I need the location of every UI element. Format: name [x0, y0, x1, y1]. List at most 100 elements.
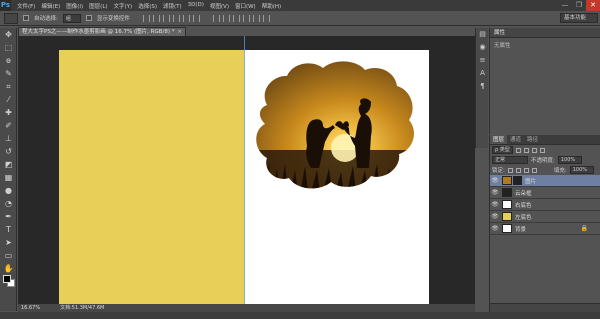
stamp-icon[interactable]: ⊥ [0, 132, 17, 145]
tab-layers[interactable]: 图层 [490, 135, 508, 144]
fill-label: 填充: [553, 168, 567, 174]
align-bottom-icon[interactable] [162, 14, 170, 22]
distribute-vcenter-icon[interactable] [222, 14, 230, 22]
distribute-left-icon[interactable] [242, 14, 250, 22]
path-select-icon[interactable]: ➤ [0, 236, 17, 249]
gradient-icon[interactable]: ▦ [0, 171, 17, 184]
lasso-icon[interactable]: ɵ [0, 54, 17, 67]
properties-panel-icon[interactable]: ◉ [476, 41, 489, 54]
options-bar: 自动选择: 组 显示变换控件 基本功能 [0, 11, 600, 26]
silhouette-photo[interactable] [245, 50, 429, 200]
lock-position-icon[interactable] [523, 167, 529, 173]
history-panel-icon[interactable]: ▤ [476, 28, 489, 41]
align-right-icon[interactable] [192, 14, 200, 22]
filter-adjust-icon[interactable] [523, 147, 529, 153]
move-icon[interactable]: ✥ [0, 28, 17, 41]
menu-select[interactable]: 选择(S) [138, 2, 157, 10]
marquee-icon[interactable]: ⬚ [0, 41, 17, 54]
eyedropper-icon[interactable]: ⁄ [0, 93, 17, 106]
healing-icon[interactable]: ✚ [0, 106, 17, 119]
menu-help[interactable]: 帮助(H) [262, 2, 281, 10]
history-brush-icon[interactable]: ↺ [0, 145, 17, 158]
restore-button[interactable]: ❐ [572, 0, 586, 11]
visibility-eye-icon[interactable]: 👁 [490, 225, 500, 232]
align-hcenter-icon[interactable] [182, 14, 190, 22]
auto-select-checkbox[interactable] [23, 15, 29, 21]
align-vcenter-icon[interactable] [152, 14, 160, 22]
lock-transparent-icon[interactable] [507, 167, 513, 173]
properties-panel-title[interactable]: 属性 [490, 28, 600, 38]
character-panel-icon[interactable]: A [476, 67, 489, 80]
adjustments-panel-icon[interactable]: ≡ [476, 54, 489, 67]
paragraph-panel-icon[interactable]: ¶ [476, 80, 489, 93]
close-button[interactable]: ✕ [586, 0, 600, 11]
layer-item[interactable]: 👁 右底色 [490, 199, 600, 211]
dodge-icon[interactable]: ◔ [0, 197, 17, 210]
layers-panel-footer [490, 303, 600, 312]
distribute-hcenter-icon[interactable] [252, 14, 260, 22]
menu-3d[interactable]: 3D(D) [188, 2, 204, 10]
crop-icon[interactable]: ⌗ [0, 80, 17, 93]
visibility-eye-icon[interactable]: 👁 [490, 201, 500, 208]
shape-icon[interactable]: ▭ [0, 249, 17, 262]
layers-panel-tabs: 图层 通道 路径 [490, 135, 600, 145]
visibility-eye-icon[interactable]: 👁 [490, 177, 500, 184]
menu-type[interactable]: 文字(Y) [114, 2, 133, 10]
type-icon[interactable]: T [0, 223, 17, 236]
layer-item[interactable]: 👁 背景 🔒 [490, 223, 600, 235]
quick-select-icon[interactable]: ✎ [0, 67, 17, 80]
align-left-icon[interactable] [172, 14, 180, 22]
blur-icon[interactable]: ● [0, 184, 17, 197]
layer-name: 云朵框 [515, 190, 532, 197]
zoom-level[interactable]: 16.67% [21, 304, 40, 312]
brush-icon[interactable]: ✐ [0, 119, 17, 132]
tab-paths[interactable]: 路径 [524, 135, 541, 144]
hand-icon[interactable]: ✋ [0, 262, 17, 275]
visibility-eye-icon[interactable]: 👁 [490, 213, 500, 220]
distribute-top-icon[interactable] [212, 14, 220, 22]
layer-filter-dropdown[interactable]: ρ 类型 [492, 146, 513, 154]
auto-select-dropdown[interactable]: 组 [62, 13, 81, 23]
filter-pixel-icon[interactable] [515, 147, 521, 153]
menu-layer[interactable]: 图层(L) [89, 2, 107, 10]
align-top-icon[interactable] [142, 14, 150, 22]
pen-icon[interactable]: ✒ [0, 210, 17, 223]
lock-label: 锁定: [492, 168, 505, 174]
visibility-eye-icon[interactable]: 👁 [490, 189, 500, 196]
filter-type-icon[interactable] [531, 147, 537, 153]
workspace-switcher[interactable]: 基本功能 [560, 13, 598, 23]
menu-edit[interactable]: 编辑(E) [41, 2, 60, 10]
layer-thumbnail [502, 224, 512, 233]
filter-shape-icon[interactable] [539, 147, 545, 153]
menu-filter[interactable]: 滤镜(T) [163, 2, 182, 10]
vertical-guide[interactable] [244, 36, 245, 304]
lock-all-icon[interactable] [531, 167, 537, 173]
show-transform-checkbox[interactable] [85, 15, 92, 21]
layer-item[interactable]: 👁 左底色 [490, 211, 600, 223]
menu-view[interactable]: 视图(V) [210, 2, 229, 10]
lock-image-icon[interactable] [515, 167, 521, 173]
menu-window[interactable]: 窗口(W) [235, 2, 256, 10]
menu-file[interactable]: 文件(F) [17, 2, 35, 10]
eraser-icon[interactable]: ◩ [0, 158, 17, 171]
menu-image[interactable]: 图像(I) [66, 2, 83, 10]
document-size-info[interactable]: 文档:51.3M/47.6M [60, 304, 104, 312]
tab-channels[interactable]: 通道 [507, 135, 524, 144]
layer-item[interactable]: 👁 云朵框 [490, 187, 600, 199]
minimize-button[interactable]: — [558, 0, 572, 11]
blend-mode-dropdown[interactable]: 正常 [492, 156, 528, 164]
canvas-left-panel[interactable] [59, 50, 245, 307]
layer-thumbnail [502, 200, 512, 209]
document-tab[interactable]: 程大太字PS之——制作水墨剪影画 @ 16.7% (图片, RGB/8) * × [18, 27, 186, 36]
distribute-bottom-icon[interactable] [232, 14, 240, 22]
layer-mask-thumbnail[interactable] [513, 176, 522, 185]
document-tab-close-icon[interactable]: × [177, 28, 182, 36]
distribute-right-icon[interactable] [262, 14, 270, 22]
layer-name: 背景 [515, 226, 527, 233]
layer-item[interactable]: 👁 图片 [490, 175, 600, 187]
layers-panel: 图层 通道 路径 ρ 类型 正常 不透明度: 100% 锁定: 填充: 100%… [489, 135, 600, 312]
tool-preset-picker[interactable] [4, 12, 18, 24]
opacity-input[interactable]: 100% [557, 156, 582, 164]
foreground-color-swatch[interactable] [3, 275, 11, 283]
fill-input[interactable]: 100% [569, 166, 594, 174]
